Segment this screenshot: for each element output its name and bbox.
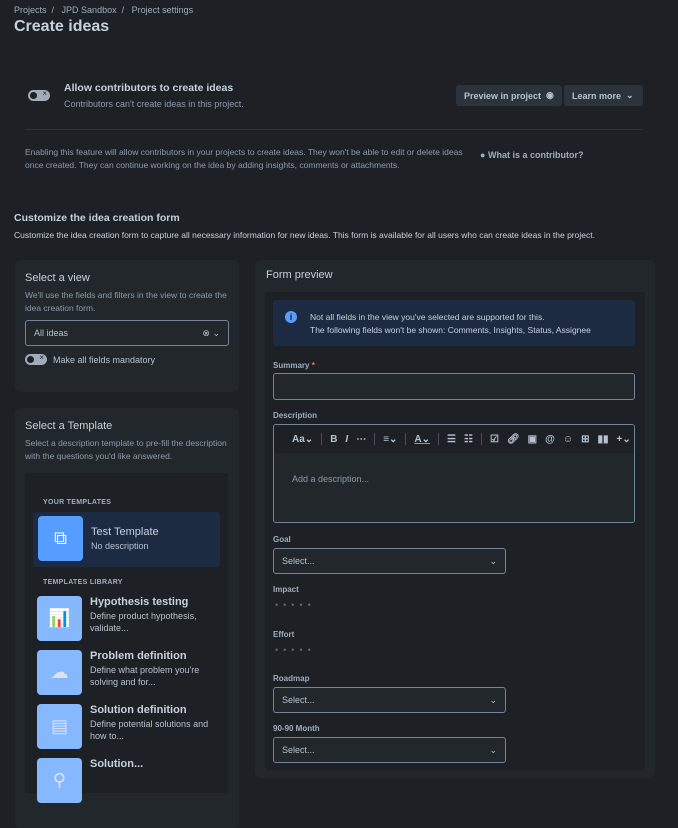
chart-icon: 📊 [37,596,82,641]
table-icon[interactable]: ⊞ [581,434,589,445]
clear-icon[interactable]: ⊗ [202,328,210,338]
info-text: Enabling this feature will allow contrib… [25,147,463,170]
notice-line-1: Not all fields in the view you've select… [310,312,545,322]
learn-label: Learn more [572,90,622,101]
learn-more-button[interactable]: Learn more ⌄ [564,85,643,106]
customize-title: Customize the idea creation form [14,212,180,224]
goal-select[interactable]: Select... ⌄ [273,548,506,574]
impact-label: Impact [273,585,299,594]
effort-rating[interactable]: ••••• [275,645,316,655]
template-name: Hypothesis testing [90,596,189,608]
allow-title: Allow contributors to create ideas [64,82,234,94]
templates-title: Select a Template [25,420,113,432]
chevron-down-icon: ⌄ [212,327,220,338]
cloud-icon: ☁ [37,650,82,695]
impact-rating[interactable]: ••••• [275,600,316,610]
chevron-down-icon: ⌄ [489,555,497,566]
roadmap-select[interactable]: Select... ⌄ [273,687,506,713]
search-icon: ⚲ [37,758,82,803]
emoji-icon[interactable]: ☺ [563,434,573,445]
mention-icon[interactable]: @ [545,434,555,445]
template-desc: No description [91,541,149,551]
template-name: Problem definition [90,650,187,662]
breadcrumb-project-settings[interactable]: Project settings [132,5,194,15]
view-select[interactable]: All ideas ⊗ ⌄ [25,320,229,346]
preview-label: Preview in project [464,90,542,101]
goal-label: Goal [273,535,291,544]
allow-contributors-toggle[interactable] [28,89,50,101]
template-name: Test Template [91,526,159,538]
person-icon: ● [480,150,486,160]
chevron-down-icon: ⌄ [626,90,634,100]
template-item[interactable]: ⚲ Solution... [33,754,220,803]
template-item[interactable]: ⧉ Test Template No description [33,512,220,567]
checkbox-icon[interactable]: ☑ [490,434,499,445]
eye-icon: ◉ [546,90,554,100]
breadcrumb-projects[interactable]: Projects [14,5,47,15]
template-list: YOUR TEMPLATES ⧉ Test Template No descript… [25,473,228,803]
layout-icon[interactable]: ▮▮ [597,434,608,445]
summary-input[interactable] [273,373,635,400]
notepad-icon: ▤ [37,704,82,749]
numbered-list-button[interactable]: ☷ [464,434,473,445]
allow-subtitle: Contributors can't create ideas in this … [64,99,244,109]
template-item[interactable]: 📊 Hypothesis testing Define product hypoth… [33,592,220,641]
mandatory-label: Make all fields mandatory [53,354,156,365]
text-color-button[interactable]: A⌄ [414,434,430,445]
roadmap-label: Roadmap [273,674,310,683]
align-button[interactable]: ≡⌄ [383,434,397,445]
view-selected: All ideas [34,328,69,338]
description-label: Description [273,411,318,420]
text-style-button[interactable]: Aa⌄ [292,434,313,445]
what-is-contributor-link[interactable]: ● What is a contributor? [480,150,583,160]
editor-toolbar: Aa⌄ B I ⋯ ≡⌄ A⌄ ☰ ☷ ☑ 🔗︎ ▣ @ ☺ ⊞ ▮▮ +⌄ [274,425,634,453]
divider [25,129,643,130]
image-icon[interactable]: ▣ [528,434,537,445]
view-desc: We'll use the fields and filters in the … [25,290,227,313]
library-heading: TEMPLATES LIBRARY [43,579,123,586]
chevron-down-icon: ⌄ [489,694,497,705]
bullet-list-button[interactable]: ☰ [447,434,456,445]
form-preview-title: Form preview [266,269,333,281]
form-preview-panel: Form preview i Not all fields in the vie… [255,260,655,778]
contributor-link-label: What is a contributor? [487,150,584,160]
customize-subtitle: Customize the idea creation form to capt… [14,230,595,240]
notice-line-2: The following fields won't be shown: Com… [310,325,591,335]
effort-label: Effort [273,630,295,639]
preview-in-project-button[interactable]: Preview in project ◉ [456,85,562,106]
your-templates-heading: YOUR TEMPLATES [43,499,112,506]
template-name: Solution definition [90,704,187,716]
link-icon[interactable]: 🔗︎ [507,434,520,445]
template-desc: Define product hypothesis, validate... [90,611,197,633]
template-item[interactable]: ▤ Solution definition Define potential sol… [33,700,220,749]
description-placeholder: Add a description... [292,474,370,484]
view-title: Select a view [25,272,90,284]
month-label: 90-90 Month [273,724,320,733]
breadcrumb: Projects / JPD Sandbox / Project settings [14,5,194,15]
info-icon: i [285,311,297,323]
document-icon: ⧉ [38,516,83,561]
more-formatting-button[interactable]: ⋯ [356,434,366,445]
templates-desc: Select a description template to pre-fil… [25,438,227,461]
breadcrumb-jpd-sandbox[interactable]: JPD Sandbox [62,5,117,15]
chevron-down-icon: ⌄ [489,744,497,755]
bold-button[interactable]: B [330,434,337,445]
template-desc: Define what problem you're solving and f… [90,665,200,687]
form-preview-area: i Not all fields in the view you've sele… [265,292,645,770]
description-editor[interactable]: Aa⌄ B I ⋯ ≡⌄ A⌄ ☰ ☷ ☑ 🔗︎ ▣ @ ☺ ⊞ ▮▮ +⌄ Add a descr… [273,424,635,523]
italic-button[interactable]: I [345,434,348,445]
template-item[interactable]: ☁ Problem definition Define what problem y… [33,646,220,695]
template-name: Solution... [90,758,144,770]
notice-banner: i Not all fields in the view you've sele… [273,300,635,346]
insert-plus-icon[interactable]: +⌄ [616,434,630,445]
summary-label: Summary * [273,361,315,370]
page-title: Create ideas [14,18,110,35]
mandatory-toggle[interactable] [25,353,47,365]
template-panel: Select a Template Select a description t… [15,408,239,828]
template-desc: Define potential solutions and how to... [90,719,209,741]
month-select[interactable]: Select... ⌄ [273,737,506,763]
select-view-panel: Select a view We'll use the fields and f… [15,260,239,392]
